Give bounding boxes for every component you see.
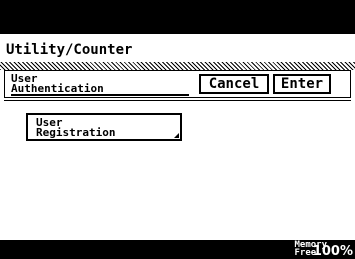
top-black-bar (0, 0, 355, 34)
tab-user-authentication[interactable]: User Authentication (11, 73, 189, 96)
status-bar: Memory Free 100% (0, 240, 355, 259)
user-registration-line2: Registration (36, 126, 116, 139)
page-title: Utility/Counter (6, 42, 133, 58)
tab-label-line2: Authentication (11, 82, 104, 95)
user-registration-button[interactable]: User Registration (26, 113, 182, 141)
corner-triangle-icon (174, 133, 179, 138)
hatched-divider (0, 62, 355, 70)
content-inner: User Registration (4, 100, 351, 241)
enter-button[interactable]: Enter (273, 74, 331, 94)
memory-percent: 100% (312, 244, 353, 259)
main-panel: Utility/Counter User Authentication Canc… (0, 34, 355, 241)
content-area: User Registration (4, 100, 351, 241)
tab-row: User Authentication Cancel Enter (4, 70, 351, 98)
cancel-button[interactable]: Cancel (199, 74, 269, 94)
